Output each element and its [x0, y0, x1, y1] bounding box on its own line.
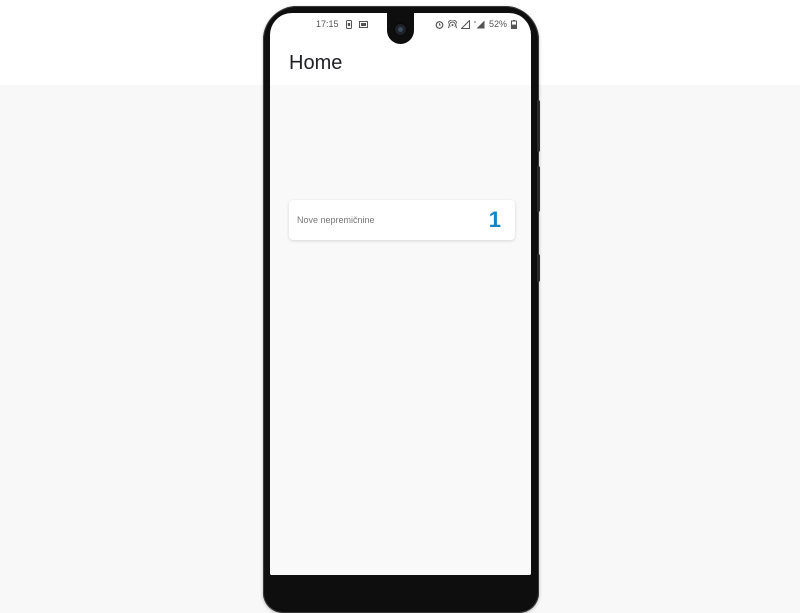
signal-nodata-icon	[474, 20, 485, 29]
front-camera-notch	[387, 13, 414, 44]
phone-side-button	[537, 100, 540, 152]
battery-percent: 52%	[488, 19, 507, 29]
status-bar: 17:15 52%	[270, 13, 531, 44]
status-time: 17:15	[316, 19, 339, 29]
sim-card-icon	[345, 19, 352, 29]
main-content: Nove nepremičnine 1	[270, 85, 531, 575]
card-label: Nove nepremičnine	[297, 215, 375, 225]
phone-screen: 17:15 52% Home Nove nepremičnine 1	[270, 13, 531, 575]
front-camera-icon	[393, 22, 408, 37]
gallery-icon	[358, 20, 368, 28]
alarm-icon	[435, 20, 444, 29]
phone-bottom-bezel	[270, 575, 531, 605]
phone-side-button	[537, 254, 540, 282]
card-count: 1	[488, 207, 501, 232]
new-properties-card[interactable]: Nove nepremičnine 1	[289, 200, 515, 240]
battery-icon	[511, 19, 517, 29]
hotspot-icon	[447, 19, 457, 29]
app-header: Home	[270, 50, 531, 85]
signal-icon	[460, 19, 470, 29]
phone-side-button	[537, 166, 540, 212]
page-title: Home	[289, 52, 343, 74]
